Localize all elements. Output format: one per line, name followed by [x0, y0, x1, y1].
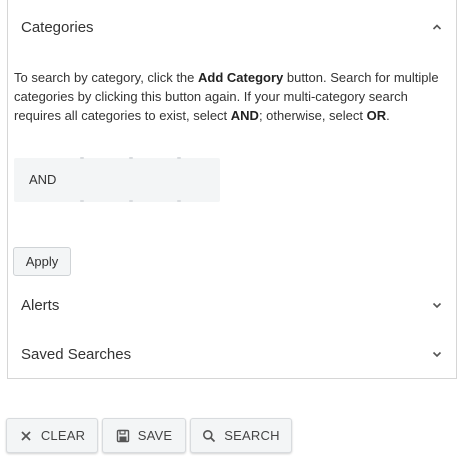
clear-label: CLEAR [40, 428, 86, 443]
connector-dot [80, 200, 84, 202]
chevron-down-icon [432, 349, 442, 359]
desc-and: AND [230, 108, 259, 123]
connector-dot [129, 157, 133, 159]
categories-description: To search by category, click the Add Cat… [14, 68, 450, 125]
saved-searches-section-header[interactable]: Saved Searches [8, 334, 456, 374]
desc-part: ; otherwise, select [258, 108, 367, 123]
alerts-section-header[interactable]: Alerts [8, 285, 456, 325]
save-label: SAVE [137, 428, 173, 443]
connector-dot [129, 200, 133, 202]
desc-part: To search by category, click the [14, 70, 199, 85]
connector-dot [177, 200, 181, 202]
search-label: SEARCH [224, 428, 280, 443]
save-button[interactable]: SAVE [102, 418, 186, 453]
chevron-down-icon [432, 300, 442, 310]
chevron-up-icon [432, 22, 442, 32]
search-icon [202, 429, 216, 443]
save-icon [116, 429, 130, 443]
close-icon [19, 429, 33, 443]
connector-dot [177, 157, 181, 159]
alerts-title: Alerts [21, 296, 60, 314]
desc-or: OR [366, 108, 387, 123]
search-button[interactable]: SEARCH [190, 418, 292, 453]
operator-label: AND [29, 172, 57, 187]
connector-dot [80, 157, 84, 159]
clear-button[interactable]: CLEAR [6, 418, 98, 453]
categories-section-header[interactable]: Categories [8, 7, 456, 47]
categories-title: Categories [21, 18, 94, 36]
desc-add-category: Add Category [198, 70, 284, 85]
operator-toggle[interactable]: AND [14, 157, 220, 202]
saved-searches-title: Saved Searches [21, 345, 132, 363]
search-filter-panel: Categories To search by category, click … [7, 0, 457, 379]
desc-part: . [386, 108, 390, 123]
apply-button[interactable]: Apply [13, 247, 71, 276]
